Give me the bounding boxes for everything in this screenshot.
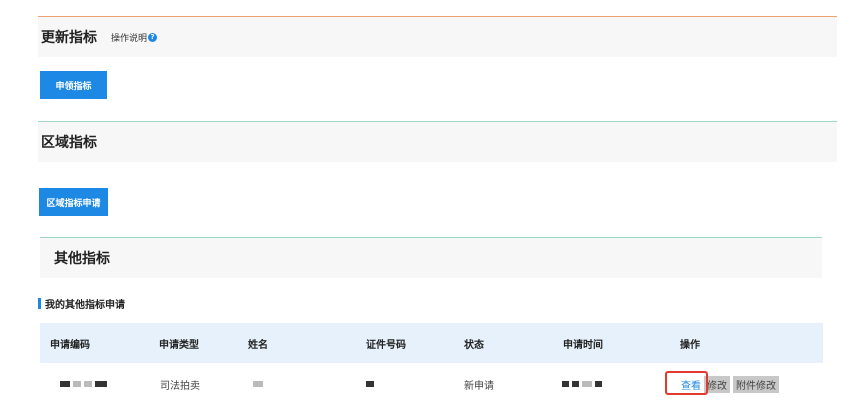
question-icon: ? [148,32,158,42]
view-button-highlight [665,371,708,395]
update-section-header: 更新指标 操作说明 ? [38,17,837,57]
region-section-title: 区域指标 [41,135,97,151]
redacted-id-number [366,379,377,390]
help-link[interactable]: 操作说明 ? [111,31,158,44]
cell-status: 新申请 [464,380,494,392]
other-section-title: 其他指标 [54,251,110,267]
subtitle-text: 我的其他指标申请 [45,300,125,311]
table-header: 申请编码 申请类型 姓名 证件号码 状态 申请时间 操作 [40,323,823,363]
redacted-name [253,379,266,390]
header-name: 姓名 [248,339,268,351]
help-label: 操作说明 [111,33,148,44]
header-status: 状态 [464,339,484,351]
my-applications-subtitle: 我的其他指标申请 [38,296,125,311]
region-section-header: 区域指标 [38,122,837,162]
attachment-edit-button[interactable]: 附件修改 [733,375,779,393]
apply-indicator-button[interactable]: 申领指标 [40,71,107,99]
header-application-type: 申请类型 [159,339,199,351]
other-section-header: 其他指标 [40,238,822,278]
region-indicator-apply-button[interactable]: 区域指标申请 [39,188,108,216]
redacted-application-time [562,379,605,390]
cell-application-type: 司法拍卖 [160,380,200,392]
redacted-application-code [60,379,110,390]
update-section-title: 更新指标 [41,30,97,46]
header-application-time: 申请时间 [563,339,603,351]
header-id-number: 证件号码 [366,339,406,351]
header-application-code: 申请编码 [50,339,90,351]
subtitle-accent-bar [38,298,41,309]
header-actions: 操作 [680,339,700,351]
